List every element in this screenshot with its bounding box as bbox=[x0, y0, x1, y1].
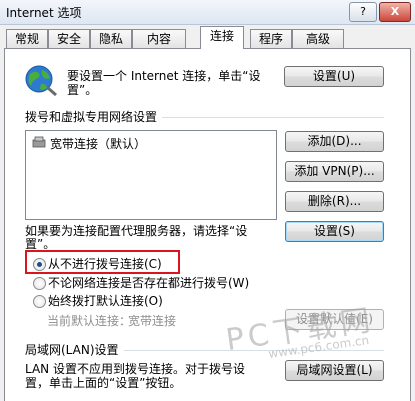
tab-content[interactable]: 内容 bbox=[132, 29, 186, 48]
dialup-section-title: 拨号和虚拟专用网络设置 bbox=[25, 110, 158, 124]
add-vpn-button[interactable]: 添加 VPN(P)... bbox=[285, 161, 384, 182]
proxy-text-line1: 如果要为连接配置代理服务器，请选择“设 bbox=[25, 224, 248, 238]
window-title: Internet 选项 bbox=[6, 6, 82, 20]
section-divider bbox=[162, 117, 384, 118]
tab-privacy[interactable]: 隐私 bbox=[90, 29, 132, 48]
radio-dial-whenever-label[interactable]: 不论网络连接是否存在都进行拨号(W) bbox=[48, 276, 249, 290]
help-button[interactable]: ? bbox=[349, 2, 377, 22]
lan-text-line2: 置，单击上面的“设置”按钮。 bbox=[25, 376, 182, 390]
lan-settings-button[interactable]: 局域网设置(L) bbox=[285, 360, 384, 381]
tab-advanced[interactable]: 高级 bbox=[292, 29, 344, 48]
tab-connections[interactable]: 连接 bbox=[200, 26, 244, 49]
proxy-settings-button[interactable]: 设置(S) bbox=[285, 221, 384, 242]
proxy-text-line2: 置”。 bbox=[25, 237, 56, 251]
globe-network-icon bbox=[25, 65, 57, 97]
lan-section-title: 局域网(LAN)设置 bbox=[25, 343, 119, 357]
lan-text-line1: LAN 设置不应用到拨号连接。对于拨号设 bbox=[25, 362, 245, 376]
tab-programs[interactable]: 程序 bbox=[250, 29, 292, 48]
list-item-broadband[interactable]: 宽带连接（默认） bbox=[50, 135, 146, 152]
tab-security[interactable]: 安全 bbox=[48, 29, 90, 48]
radio-always-dial-label[interactable]: 始终拨打默认连接(O) bbox=[48, 294, 163, 308]
radio-never-dial[interactable] bbox=[33, 258, 46, 271]
setup-text-line2: 置”。 bbox=[67, 83, 98, 97]
close-button[interactable]: X bbox=[379, 2, 411, 22]
connections-list[interactable]: 宽带连接（默认） bbox=[25, 130, 277, 220]
radio-always-dial[interactable] bbox=[33, 295, 46, 308]
setup-text-line1: 要设置一个 Internet 连接，单击“设 bbox=[67, 69, 261, 83]
add-button[interactable]: 添加(D)... bbox=[285, 131, 384, 152]
radio-dial-whenever[interactable] bbox=[33, 277, 46, 290]
radio-never-dial-label[interactable]: 从不进行拨号连接(C) bbox=[48, 257, 162, 271]
current-default-value: 宽带连接 bbox=[128, 314, 177, 328]
delete-button[interactable]: 删除(R)... bbox=[285, 191, 384, 212]
current-default-label: 当前默认连接： bbox=[47, 314, 132, 328]
title-bar: Internet 选项 ? X bbox=[0, 0, 415, 25]
tab-general[interactable]: 常规 bbox=[6, 29, 48, 48]
dialup-connection-icon bbox=[32, 136, 46, 148]
setup-button[interactable]: 设置(U) bbox=[284, 66, 384, 87]
